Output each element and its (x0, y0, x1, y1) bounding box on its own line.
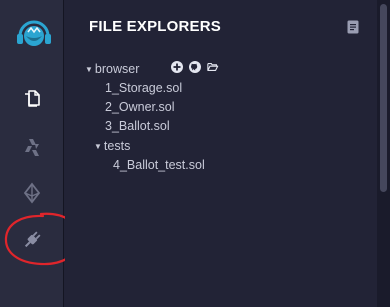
scrollbar[interactable] (377, 0, 390, 307)
caret-down-icon: ▼ (94, 142, 102, 151)
tree-file[interactable]: 3_Ballot.sol (105, 117, 170, 135)
file-explorer-panel: FILE EXPLORERS ▼ browser 1_Storage.sol 2_… (65, 0, 377, 307)
plus-circle-icon[interactable] (171, 61, 183, 73)
folder-label: tests (103, 139, 131, 153)
tree-folder-browser[interactable]: ▼ browser (85, 60, 139, 78)
tree-folder-tests[interactable]: ▼ tests (94, 137, 130, 155)
remix-logo-icon[interactable] (14, 14, 54, 54)
file-label: 2_Owner.sol (105, 100, 175, 114)
caret-down-icon: ▼ (85, 65, 93, 74)
panel-title: FILE EXPLORERS (89, 18, 221, 35)
deploy-ethereum-icon[interactable] (20, 181, 44, 205)
scrollbar-thumb[interactable] (380, 4, 387, 192)
document-icon[interactable] (347, 20, 359, 34)
tree-file[interactable]: 1_Storage.sol (105, 79, 182, 97)
tree-file[interactable]: 4_Ballot_test.sol (113, 156, 205, 174)
file-explorer-icon[interactable] (20, 86, 44, 110)
folder-label: browser (94, 62, 140, 76)
tree-file[interactable]: 2_Owner.sol (105, 98, 174, 116)
icon-panel (0, 0, 64, 307)
solidity-compiler-icon[interactable] (20, 136, 44, 160)
folder-open-icon[interactable] (207, 61, 219, 73)
file-label: 3_Ballot.sol (105, 119, 170, 133)
github-icon[interactable] (189, 61, 201, 73)
file-label: 4_Ballot_test.sol (113, 158, 205, 172)
folder-actions (171, 61, 219, 73)
file-label: 1_Storage.sol (105, 81, 183, 95)
plug-icon[interactable] (20, 228, 44, 252)
